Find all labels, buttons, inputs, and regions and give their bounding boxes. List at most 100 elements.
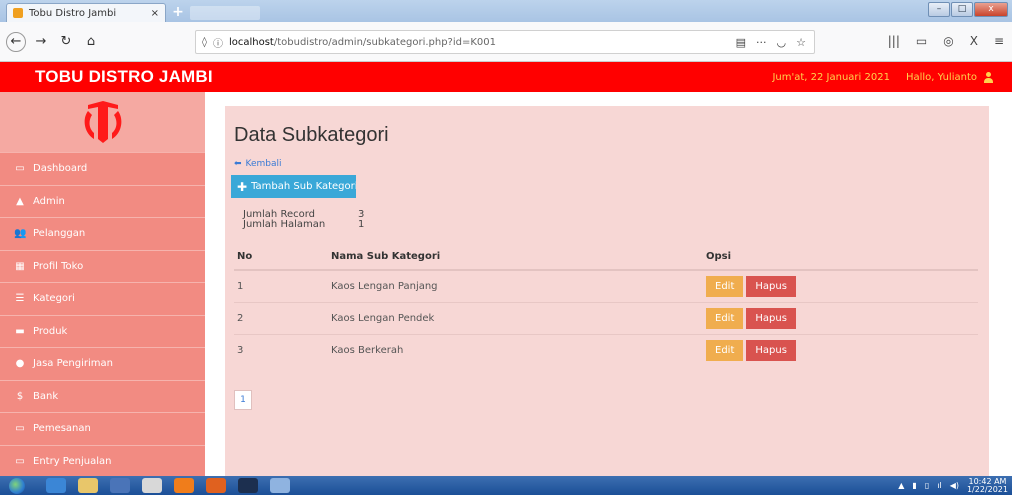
table-row: 3 Kaos Berkerah Edit Hapus — [234, 333, 978, 366]
column-header-options: Opsi — [703, 244, 978, 271]
browser-tab[interactable]: Tobu Distro Jambi × — [6, 3, 166, 22]
edit-button[interactable]: Edit — [706, 275, 744, 297]
new-tab-button[interactable]: + — [170, 4, 186, 20]
addon-x-icon[interactable]: X — [970, 34, 978, 48]
sidebar-item-kategori[interactable]: ☰ Kategori — [0, 282, 205, 315]
delete-button[interactable]: Hapus — [746, 307, 796, 329]
bookmark-star-icon[interactable]: ☆ — [796, 36, 806, 49]
minimize-button[interactable]: – — [928, 2, 950, 17]
sidebar-item-label: Jasa Pengiriman — [33, 358, 113, 370]
column-header-name: Nama Sub Kategori — [328, 244, 703, 271]
system-tray: ▲ ▮ ▯ ıl ◀) 10:42 AM 1/22/2021 — [898, 476, 1008, 495]
page-count-value: 1 — [358, 219, 365, 230]
user-icon — [983, 71, 994, 83]
sidebar-item-jasa-pengiriman[interactable]: ● Jasa Pengiriman — [0, 347, 205, 380]
back-arrow-icon[interactable]: ← — [6, 31, 26, 52]
sidebar-item-profil-toko[interactable]: ▦ Profil Toko — [0, 249, 205, 282]
dollar-icon: $ — [16, 390, 24, 402]
edit-button[interactable]: Edit — [706, 307, 744, 329]
signal-icon[interactable]: ıl — [937, 481, 941, 490]
monitor-icon: ▭ — [15, 163, 25, 175]
row-number: 2 — [234, 301, 328, 334]
home-icon[interactable]: ⌂ — [81, 32, 101, 52]
page-actions-icon[interactable]: ··· — [756, 36, 767, 49]
tab-close-icon[interactable]: × — [151, 8, 159, 19]
sidebar-item-bank[interactable]: $ Bank — [0, 379, 205, 412]
explorer-icon[interactable] — [78, 478, 98, 493]
close-window-button[interactable]: x — [974, 2, 1008, 17]
network-icon[interactable]: ▯ — [925, 481, 929, 490]
row-subcategory-name: Kaos Berkerah — [328, 333, 703, 366]
logo — [0, 92, 205, 152]
sidebar-toggle-icon[interactable]: ▭ — [916, 34, 927, 48]
sidebar-item-label: Bank — [33, 390, 59, 402]
table-row: 1 Kaos Lengan Panjang Edit Hapus — [234, 269, 978, 302]
column-header-no: No — [234, 244, 328, 271]
page-count-row: Jumlah Halaman 1 — [243, 220, 364, 230]
list-icon: ☰ — [15, 293, 25, 305]
tray-arrow-icon[interactable]: ▲ — [898, 481, 904, 490]
delete-button[interactable]: Hapus — [746, 275, 796, 297]
brand-title[interactable]: TOBU DISTRO JAMBI — [35, 67, 213, 87]
favicon-icon — [13, 8, 23, 18]
clock[interactable]: 10:42 AM 1/22/2021 — [967, 477, 1008, 494]
row-options: Edit Hapus — [703, 301, 978, 334]
maximize-button[interactable]: □ — [951, 2, 973, 17]
record-info: Jumlah Record 3 Jumlah Halaman 1 — [243, 210, 364, 230]
sidebar-item-label: Profil Toko — [33, 260, 84, 272]
edit-button[interactable]: Edit — [706, 339, 744, 361]
app-header: TOBU DISTRO JAMBI Jum'at, 22 Januari 202… — [0, 62, 1012, 92]
sidebar-item-entry-penjualan[interactable]: ▭ Entry Penjualan — [0, 444, 205, 476]
volume-icon[interactable]: ◀) — [950, 481, 959, 490]
chrome-icon[interactable] — [142, 478, 162, 493]
info-icon: ⓘ — [212, 38, 223, 50]
background-tab[interactable] — [190, 6, 260, 20]
flag-icon[interactable]: ▮ — [912, 481, 916, 490]
sidebar-item-label: Kategori — [33, 293, 75, 305]
pocket-icon[interactable]: ◡ — [777, 36, 787, 49]
row-options: Edit Hapus — [703, 333, 978, 366]
table-row: 2 Kaos Lengan Pendek Edit Hapus — [234, 301, 978, 334]
car-icon: ▬ — [15, 325, 25, 337]
sidebar-item-produk[interactable]: ▬ Produk — [0, 314, 205, 347]
sidebar-item-pemesanan[interactable]: ▭ Pemesanan — [0, 412, 205, 445]
shield-icon: ◊ — [202, 36, 207, 48]
add-subcategory-label: Tambah Sub Kategori — [251, 181, 356, 192]
library-icon[interactable]: ||| — [888, 34, 900, 48]
sidebar-item-dashboard[interactable]: ▭ Dashboard — [0, 152, 205, 185]
extension-icon[interactable]: ◎ — [943, 34, 953, 48]
address-bar[interactable]: ◊ ⓘ localhost /tobudistro/admin/subkateg… — [195, 30, 815, 54]
forward-arrow-icon[interactable]: → — [31, 32, 51, 52]
sidebar-item-pelanggan[interactable]: 👥 Pelanggan — [0, 217, 205, 250]
sidebar-item-label: Entry Penjualan — [33, 455, 112, 467]
pagination-page-1[interactable]: 1 — [234, 390, 252, 410]
delete-button[interactable]: Hapus — [746, 339, 796, 361]
reader-view-icon[interactable]: ▤ — [736, 36, 746, 49]
url-path: /tobudistro/admin/subkategori.php?id=K00… — [273, 36, 497, 48]
firefox-icon[interactable] — [206, 478, 226, 493]
browser-tabstrip: Tobu Distro Jambi × + – □ x — [0, 0, 1012, 22]
sidebar-item-admin[interactable]: ▲ Admin — [0, 184, 205, 217]
media-icon[interactable] — [110, 478, 130, 493]
sidebar: ▭ Dashboard ▲ Admin 👥 Pelanggan ▦ Profil Toko ☰ K… — [0, 92, 205, 476]
reload-icon[interactable]: ↻ — [56, 32, 76, 52]
window-controls: – □ x — [928, 2, 1008, 17]
start-button[interactable] — [0, 476, 34, 495]
user-menu[interactable]: Hallo, Yulianto — [906, 71, 994, 83]
credit-card-icon: ▭ — [15, 455, 25, 467]
taskbar: ▲ ▮ ▯ ıl ◀) 10:42 AM 1/22/2021 — [0, 476, 1012, 495]
paint-icon[interactable] — [270, 478, 290, 493]
add-subcategory-button[interactable]: ✚ Tambah Sub Kategori — [231, 175, 356, 198]
row-subcategory-name: Kaos Lengan Panjang — [328, 269, 703, 302]
sidebar-item-label: Pelanggan — [33, 228, 86, 240]
xampp-icon[interactable] — [174, 478, 194, 493]
back-link[interactable]: ⬅ Kembali — [234, 159, 282, 169]
ie-icon[interactable] — [46, 478, 66, 493]
photoshop-icon[interactable] — [238, 478, 258, 493]
arrow-left-icon: ⬅ — [234, 159, 242, 169]
menu-icon[interactable]: ≡ — [994, 34, 1004, 48]
brand-logo-icon — [84, 101, 121, 143]
sidebar-item-label: Pemesanan — [33, 423, 91, 435]
row-subcategory-name: Kaos Lengan Pendek — [328, 301, 703, 334]
content-panel: Data Subkategori ⬅ Kembali ✚ Tambah Sub … — [225, 106, 989, 476]
